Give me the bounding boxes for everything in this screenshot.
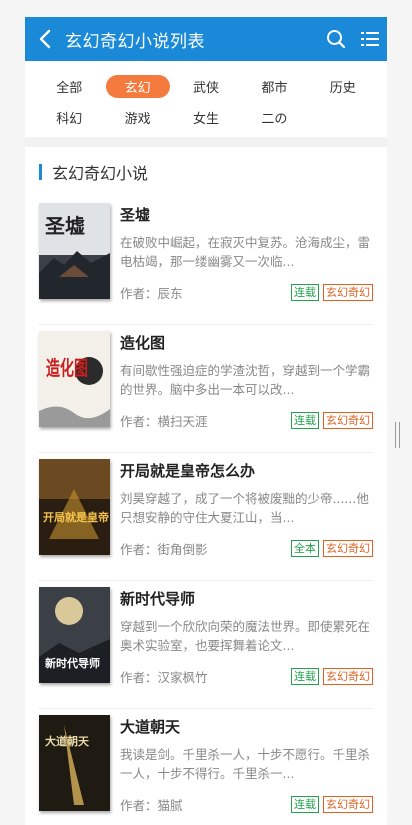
book-title[interactable]: 大道朝天 (120, 715, 373, 739)
genre-badge: 玄幻奇幻 (323, 540, 373, 557)
book-cover[interactable]: 开局就是皇帝 (39, 459, 110, 555)
section-title: 玄幻奇幻小说 (52, 164, 149, 183)
author-label: 作者： (120, 798, 158, 813)
author-label: 作者： (120, 542, 158, 557)
book-title[interactable]: 圣墟 (120, 203, 373, 227)
category-tabs: 全部 玄幻 武侠 都市 历史 科幻 游戏 女生 二の (25, 61, 387, 137)
book-meta: 作者： 猫腻 连载 玄幻奇幻 (120, 795, 373, 814)
genre-badge: 玄幻奇幻 (323, 412, 373, 429)
book-author: 横扫天涯 (157, 414, 208, 429)
book-cover[interactable]: 造化图 (39, 331, 110, 427)
category-tab-female[interactable]: 女生 (172, 106, 240, 129)
book-title[interactable]: 开局就是皇帝怎么办 (120, 459, 373, 483)
book-info: 圣墟 在破败中崛起，在寂灭中复苏。沧海成尘，雷电枯竭，那一缕幽雾又一次临... … (120, 203, 373, 310)
book-item[interactable]: 圣墟 圣墟 在破败中崛起，在寂灭中复苏。沧海成尘，雷电枯竭，那一缕幽雾又一次临.… (39, 197, 373, 325)
book-list-section: 玄幻奇幻小说 圣墟 圣墟 在破败中崛起，在寂灭中复苏。沧海成尘，雷电枯竭，那一缕… (25, 147, 387, 825)
book-meta: 作者： 汉家枫竹 连载 玄幻奇幻 (120, 667, 373, 686)
book-description: 我读是剑。千里杀一人，十步不愿行。千里杀一人，十步不得行。千里杀一... (120, 747, 371, 781)
book-cover[interactable]: 新时代导师 (39, 587, 110, 683)
section-accent-bar (39, 164, 42, 180)
status-badge: 连载 (291, 284, 319, 301)
status-badge: 连载 (291, 412, 319, 429)
book-info: 大道朝天 我读是剑。千里杀一人，十步不愿行。千里杀一人，十步不得行。千里杀一..… (120, 715, 373, 822)
book-author: 街角倒影 (157, 542, 208, 557)
category-tab-urban[interactable]: 都市 (240, 75, 308, 98)
book-item[interactable]: 造化图 造化图 有间歇性强迫症的学渣沈哲，穿越到一个学霸的世界。脑中多出一本可以… (39, 325, 373, 453)
header-bar: 玄幻奇幻小说列表 (25, 17, 387, 61)
app-frame: 玄幻奇幻小说列表 全部 玄幻 武侠 都市 历史 科幻 游戏 女生 二の 玄幻奇幻… (25, 17, 387, 825)
search-button[interactable] (319, 17, 353, 61)
category-tab-wuxia[interactable]: 武侠 (172, 75, 240, 98)
cover-title-text: 新时代导师 (45, 656, 100, 670)
book-description: 有间歇性强迫症的学渣沈哲，穿越到一个学霸的世界。脑中多出一本可以改... (120, 363, 371, 397)
search-icon (327, 30, 346, 49)
category-tab-scifi[interactable]: 科幻 (35, 106, 103, 129)
genre-badge: 玄幻奇幻 (323, 668, 373, 685)
book-description: 在破败中崛起，在寂灭中复苏。沧海成尘，雷电枯竭，那一缕幽雾又一次临... (120, 235, 371, 269)
category-tab-history[interactable]: 历史 (309, 75, 377, 98)
book-description: 刘昊穿越了，成了一个将被废黜的少帝......他只想安静的守住大夏江山，当... (120, 491, 369, 525)
page-title: 玄幻奇幻小说列表 (65, 31, 205, 52)
book-title[interactable]: 造化图 (120, 331, 373, 355)
book-info: 造化图 有间歇性强迫症的学渣沈哲，穿越到一个学霸的世界。脑中多出一本可以改...… (120, 331, 373, 438)
author-label: 作者： (120, 286, 158, 301)
category-tab-all[interactable]: 全部 (35, 75, 103, 98)
page: 玄幻奇幻小说列表 全部 玄幻 武侠 都市 历史 科幻 游戏 女生 二の 玄幻奇幻… (0, 0, 412, 825)
author-label: 作者： (120, 670, 158, 685)
book-info: 开局就是皇帝怎么办 刘昊穿越了，成了一个将被废黜的少帝......他只想安静的守… (120, 459, 373, 566)
book-item[interactable]: 新时代导师 新时代导师 穿越到一个欣欣向荣的魔法世界。即使累死在奥术实验室，也要… (39, 581, 373, 709)
genre-badge: 玄幻奇幻 (323, 796, 373, 813)
book-meta: 作者： 街角倒影 全本 玄幻奇幻 (120, 539, 373, 558)
cover-title-text: 大道朝天 (45, 734, 90, 748)
category-tab-xuanhuan[interactable]: 玄幻 (105, 75, 170, 98)
book-description: 穿越到一个欣欣向荣的魔法世界。即使累死在奥术实验室，也要挥舞着论文... (120, 619, 371, 653)
status-badge: 连载 (291, 796, 319, 813)
back-button[interactable] (25, 17, 65, 61)
genre-badge: 玄幻奇幻 (323, 284, 373, 301)
book-author: 汉家枫竹 (157, 670, 208, 685)
scroll-handle[interactable] (395, 422, 400, 448)
cover-title-text: 开局就是皇帝 (43, 510, 109, 524)
author-label: 作者： (120, 414, 158, 429)
book-cover[interactable]: 圣墟 (39, 203, 110, 299)
status-badge: 全本 (291, 540, 319, 557)
divider (25, 137, 387, 147)
book-meta: 作者： 横扫天涯 连载 玄幻奇幻 (120, 411, 373, 430)
book-author: 辰东 (157, 286, 183, 301)
cover-title-text: 造化图 (46, 356, 88, 380)
book-info: 新时代导师 穿越到一个欣欣向荣的魔法世界。即使累死在奥术实验室，也要挥舞着论文.… (120, 587, 373, 694)
cover-title-text: 圣墟 (45, 214, 85, 238)
category-tab-game[interactable]: 游戏 (103, 106, 171, 129)
book-item[interactable]: 开局就是皇帝 开局就是皇帝怎么办 刘昊穿越了，成了一个将被废黜的少帝......… (39, 453, 373, 581)
status-badge: 连载 (291, 668, 319, 685)
section-heading: 玄幻奇幻小说 (39, 147, 373, 197)
book-author: 猫腻 (157, 798, 183, 813)
book-title[interactable]: 新时代导师 (120, 587, 373, 611)
chevron-left-icon (39, 29, 51, 49)
list-menu-icon (361, 32, 379, 46)
book-cover[interactable]: 大道朝天 (39, 715, 110, 811)
book-item[interactable]: 大道朝天 大道朝天 我读是剑。千里杀一人，十步不愿行。千里杀一人，十步不得行。千… (39, 709, 373, 825)
menu-button[interactable] (353, 17, 387, 61)
category-tab-secondary[interactable]: 二の (240, 106, 308, 129)
book-meta: 作者： 辰东 连载 玄幻奇幻 (120, 283, 373, 302)
